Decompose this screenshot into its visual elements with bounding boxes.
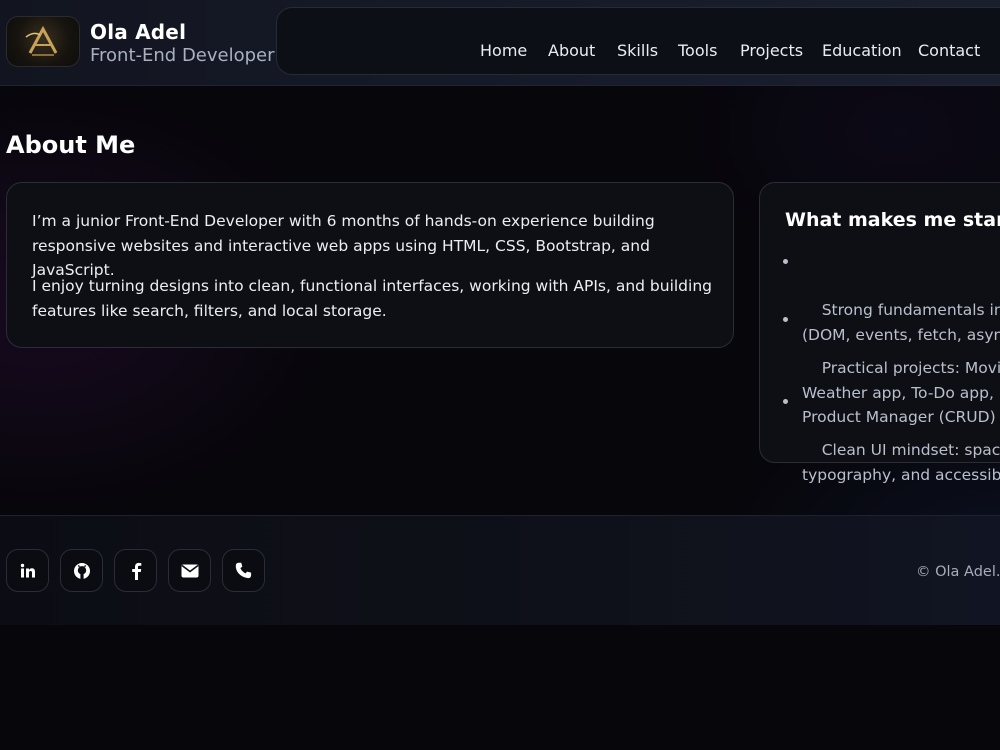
github-icon [73,562,90,579]
highlights-heading: What makes me stand [785,209,1000,231]
copyright-text: © Ola Adel. A [916,564,1000,580]
envelope-icon [181,564,198,577]
gold-monogram-logo-icon [25,25,58,56]
linkedin-link[interactable] [6,549,49,592]
logo[interactable] [6,16,80,67]
bullet-dot [783,399,788,404]
phone-link[interactable] [222,549,265,592]
page-bottom [0,625,1000,750]
nav-about[interactable]: About [548,41,595,60]
nav-tools[interactable]: Tools [678,41,717,60]
linkedin-icon [20,563,35,577]
bullet-dot [783,259,788,264]
about-paragraph: I’m a junior Front-End Developer with 6 … [32,212,655,279]
nav-education[interactable]: Education [822,41,902,60]
facebook-icon [131,562,141,580]
highlights-card: What makes me stand Strong fundamentals … [759,182,1000,484]
about-paragraph: I enjoy turning designs into clean, func… [32,277,712,320]
site-header: Ola Adel Front-End Developer Home About … [0,0,1000,86]
nav-skills[interactable]: Skills [617,41,658,60]
main-nav: Home About Skills Tools Projects Educati… [276,7,1000,75]
facebook-link[interactable] [114,549,157,592]
brand-role: Front-End Developer [90,45,275,66]
highlight-text: Clean UI mindset: spacing typography, an… [802,441,1000,484]
github-link[interactable] [60,549,103,592]
section-title: About Me [6,131,136,159]
highlight-item: Clean UI mindset: spacing typography, an… [783,389,1000,512]
brand-name: Ola Adel [90,20,187,44]
phone-icon [235,562,252,579]
nav-home[interactable]: Home [480,41,527,60]
site-footer: © Ola Adel. A [0,515,1000,626]
bullet-dot [783,317,788,322]
nav-projects[interactable]: Projects [740,41,803,60]
nav-contact[interactable]: Contact [918,41,980,60]
about-card: I’m a junior Front-End Developer with 6 … [6,182,734,348]
email-link[interactable] [168,549,211,592]
